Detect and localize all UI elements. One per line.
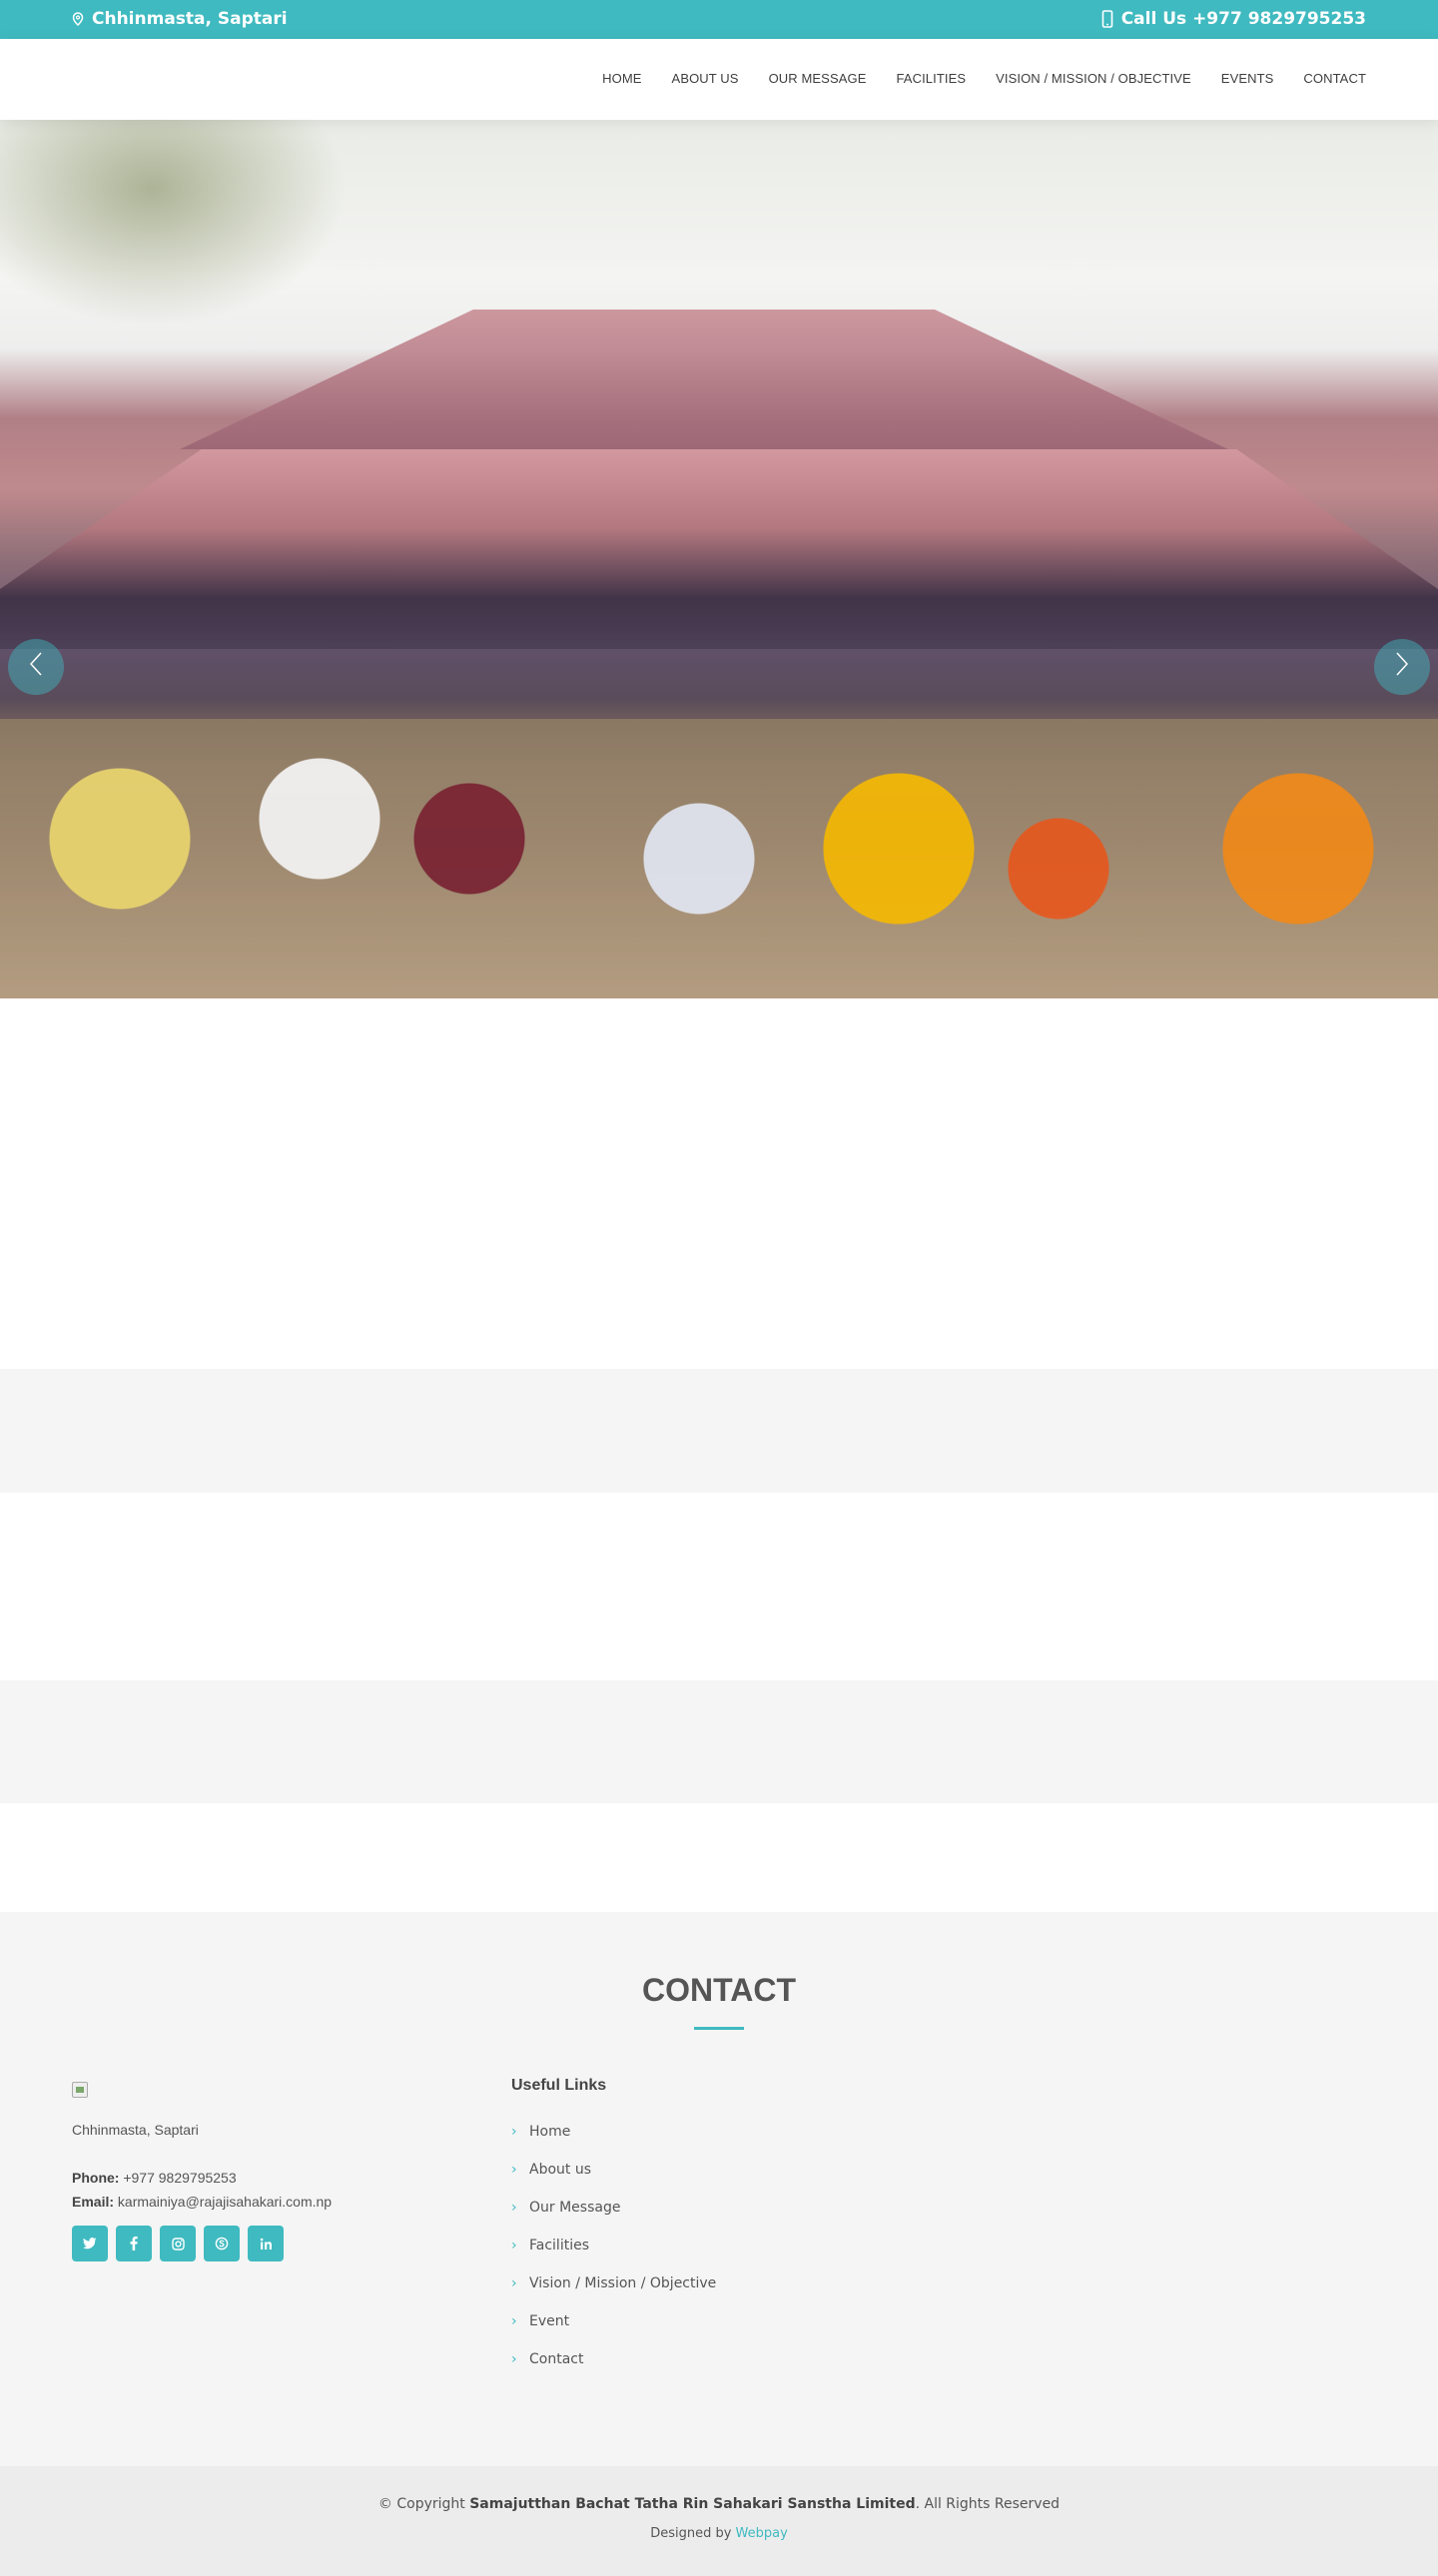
hero-image-foliage bbox=[0, 120, 379, 349]
useful-link-home[interactable]: › Home bbox=[511, 2113, 831, 2151]
useful-link-label: Vision / Mission / Objective bbox=[529, 2275, 717, 2291]
nav-events[interactable]: EVENTS bbox=[1221, 71, 1274, 86]
nav-our-message[interactable]: OUR MESSAGE bbox=[769, 71, 867, 86]
nav-about[interactable]: ABOUT US bbox=[672, 71, 739, 86]
top-location-text: Chhinmasta, Saptari bbox=[92, 9, 288, 29]
top-call[interactable]: Call Us +977 9829795253 bbox=[1101, 9, 1366, 29]
logo-image-icon bbox=[72, 2082, 88, 2098]
useful-link-event[interactable]: › Event bbox=[511, 2302, 831, 2340]
designed-by-line: Designed by Webpay bbox=[0, 2526, 1438, 2541]
phone-icon bbox=[1101, 10, 1113, 28]
title-underline bbox=[694, 2027, 744, 2030]
designer-link[interactable]: Webpay bbox=[736, 2526, 788, 2541]
linkedin-icon[interactable] bbox=[248, 2226, 284, 2261]
email-label: Email: bbox=[72, 2194, 115, 2210]
useful-link-label: Facilities bbox=[529, 2238, 589, 2254]
copyright-suffix: . All Rights Reserved bbox=[915, 2496, 1061, 2512]
carousel-next-button[interactable] bbox=[1374, 639, 1430, 695]
skype-icon[interactable] bbox=[204, 2226, 240, 2261]
designed-by-label: Designed by bbox=[650, 2526, 732, 2541]
copyright-line: © Copyright Samajutthan Bachat Tatha Rin… bbox=[0, 2496, 1438, 2512]
contact-info: Chhinmasta, Saptari Phone: +977 98297952… bbox=[72, 2082, 471, 2261]
section-message bbox=[0, 1369, 1438, 1493]
useful-link-label: About us bbox=[529, 2162, 592, 2178]
contact-address: Chhinmasta, Saptari bbox=[72, 2122, 199, 2138]
top-bar: Chhinmasta, Saptari Call Us +977 9829795… bbox=[0, 0, 1438, 39]
chevron-right-icon: › bbox=[511, 2351, 517, 2367]
chevron-right-icon: › bbox=[511, 2124, 517, 2140]
section-about bbox=[0, 998, 1438, 1369]
nav-vision-mission[interactable]: VISION / MISSION / OBJECTIVE bbox=[996, 71, 1191, 86]
section-contact: CONTACT Chhinmasta, Saptari Phone: +977 … bbox=[0, 1912, 1438, 2466]
facebook-icon[interactable] bbox=[116, 2226, 152, 2261]
useful-link-about[interactable]: › About us bbox=[511, 2151, 831, 2189]
chevron-right-icon: › bbox=[511, 2313, 517, 2329]
chevron-right-icon: › bbox=[511, 2162, 517, 2178]
email-value: karmainiya@rajajisahakari.com.np bbox=[117, 2194, 333, 2210]
useful-link-label: Home bbox=[529, 2124, 571, 2140]
social-links bbox=[72, 2226, 471, 2261]
phone-label: Phone: bbox=[72, 2170, 120, 2186]
useful-link-facilities[interactable]: › Facilities bbox=[511, 2227, 831, 2264]
section-facilities bbox=[0, 1493, 1438, 1680]
useful-links: Useful Links › Home › About us › Our Messag… bbox=[511, 2077, 831, 2378]
chevron-right-icon bbox=[1394, 651, 1410, 684]
map-pin-icon bbox=[72, 12, 84, 26]
useful-links-title: Useful Links bbox=[511, 2077, 607, 2094]
chevron-right-icon: › bbox=[511, 2238, 517, 2254]
company-name: Samajutthan Bachat Tatha Rin Sahakari Sa… bbox=[469, 2496, 916, 2512]
section-vision bbox=[0, 1680, 1438, 1803]
carousel-prev-button[interactable] bbox=[8, 639, 64, 695]
useful-link-contact[interactable]: › Contact bbox=[511, 2340, 831, 2378]
nav-home[interactable]: HOME bbox=[602, 71, 641, 86]
nav-contact[interactable]: CONTACT bbox=[1303, 71, 1366, 86]
useful-link-label: Our Message bbox=[529, 2200, 621, 2216]
twitter-icon[interactable] bbox=[72, 2226, 108, 2261]
main-nav: HOME ABOUT US OUR MESSAGE FACILITIES VIS… bbox=[572, 71, 1366, 86]
chevron-right-icon: › bbox=[511, 2275, 517, 2291]
contact-email: Email: karmainiya@rajajisahakari.com.np bbox=[72, 2194, 471, 2210]
useful-link-vision[interactable]: › Vision / Mission / Objective bbox=[511, 2264, 831, 2302]
chevron-left-icon bbox=[28, 651, 44, 684]
useful-link-label: Event bbox=[529, 2313, 570, 2329]
phone-value: +977 9829795253 bbox=[123, 2170, 237, 2186]
hero-image-temple-roof bbox=[0, 449, 1438, 649]
contact-title: CONTACT bbox=[641, 1972, 797, 2008]
hero-carousel bbox=[0, 120, 1438, 998]
contact-phone: Phone: +977 9829795253 bbox=[72, 2170, 471, 2186]
section-events bbox=[0, 1803, 1438, 1912]
copyright-prefix: © Copyright bbox=[377, 2496, 465, 2512]
site-header: HOME ABOUT US OUR MESSAGE FACILITIES VIS… bbox=[0, 39, 1438, 120]
hero-image-crowd bbox=[0, 719, 1438, 998]
useful-links-list: › Home › About us › Our Message › Facilities… bbox=[511, 2113, 831, 2378]
top-location: Chhinmasta, Saptari bbox=[72, 9, 288, 29]
useful-link-message[interactable]: › Our Message bbox=[511, 2189, 831, 2227]
site-footer: © Copyright Samajutthan Bachat Tatha Rin… bbox=[0, 2466, 1438, 2576]
useful-link-label: Contact bbox=[529, 2351, 584, 2367]
nav-facilities[interactable]: FACILITIES bbox=[896, 71, 966, 86]
top-call-text: Call Us +977 9829795253 bbox=[1120, 9, 1366, 29]
instagram-icon[interactable] bbox=[160, 2226, 196, 2261]
chevron-right-icon: › bbox=[511, 2200, 517, 2216]
